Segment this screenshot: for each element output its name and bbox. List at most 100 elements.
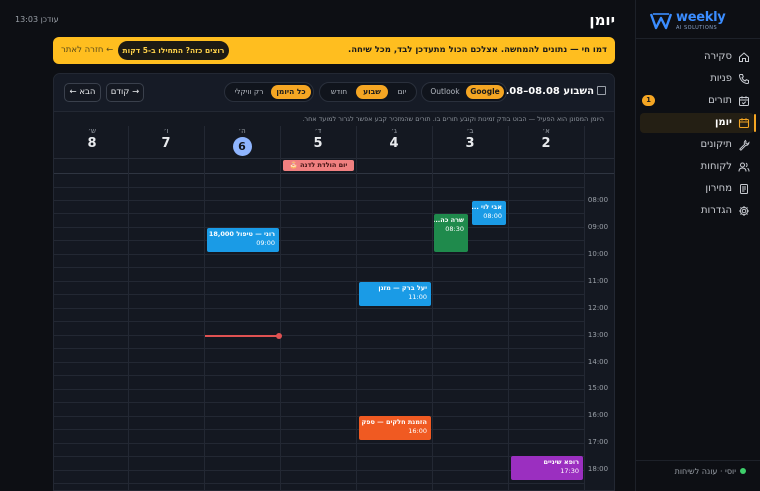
logo-text: weekly	[676, 10, 726, 25]
agent-status: יוסי · עונה לשיחות	[675, 467, 746, 476]
day-header-today[interactable]: ה׳ 6	[204, 126, 280, 158]
hour-label: 18:00	[587, 465, 609, 473]
day-number: 8	[87, 136, 97, 151]
hour-label: 14:00	[587, 358, 609, 366]
hour-label: 08:00	[587, 196, 609, 204]
hour-label: 16:00	[587, 411, 609, 419]
source-switch: Google Outlook	[421, 82, 507, 102]
today-number: 6	[232, 137, 252, 156]
event-time: 16:00	[408, 427, 427, 435]
page-title: יומן	[589, 11, 615, 29]
day-number: 3	[465, 136, 475, 151]
sidebar-item-appointments[interactable]: תורים 1	[640, 91, 754, 111]
calendar-panel: 02.08–08.08 השבוע Google Outlook יום שבו…	[53, 73, 615, 491]
time-gridline	[54, 416, 584, 417]
time-gridline	[54, 389, 584, 390]
start-now-button[interactable]: רוצים כזה? התחילו ב-5 דקות	[118, 41, 229, 60]
hour-label: 11:00	[587, 277, 609, 285]
hour-label: 15:00	[587, 384, 609, 392]
calendar-toolbar: 02.08–08.08 השבוע Google Outlook יום שבו…	[54, 74, 614, 112]
sidebar-item-repairs[interactable]: תיקונים	[640, 135, 754, 155]
time-gridline	[54, 429, 584, 430]
time-gridline	[54, 321, 584, 322]
time-gridline	[54, 456, 584, 457]
sidebar-item-calls[interactable]: פניות	[640, 69, 754, 89]
calendar-filter: כל היומן רק וויקלי	[224, 82, 314, 102]
hour-label: 09:00	[587, 223, 609, 231]
calendar-hint: היומן המסונן הוא הפעיל — הבוט בודק זמינו…	[302, 115, 604, 123]
sidebar-item-overview[interactable]: סקירה	[640, 47, 754, 67]
time-gridline	[54, 402, 584, 403]
event-card[interactable]: יעל ברק — מזגן 11:00	[359, 282, 431, 306]
event-card[interactable]: אבי לוי ... 08:00	[472, 201, 506, 225]
day-header[interactable]: ב׳ 3	[432, 126, 508, 158]
event-time: 08:30	[445, 225, 464, 233]
day-name: ה׳	[238, 127, 246, 135]
day-header[interactable]: ש׳ 8	[54, 126, 130, 158]
logo[interactable]: weekly AI SOLUTIONS	[650, 10, 746, 32]
home-icon	[739, 52, 749, 62]
calendar-check-icon	[739, 96, 749, 106]
event-time: 11:00	[408, 293, 427, 301]
filter-weekly-only[interactable]: רק וויקלי	[228, 85, 270, 99]
sidebar-item-label: יומן	[714, 117, 732, 128]
week-range-title: 02.08–08.08 השבוע	[492, 86, 606, 97]
day-header[interactable]: ו׳ 7	[128, 126, 204, 158]
current-time-line	[205, 335, 277, 337]
event-title: שרה כה...	[434, 216, 464, 224]
day-header[interactable]: ג׳ 4	[356, 126, 432, 158]
day-name: ו׳	[163, 127, 169, 135]
gear-icon	[739, 206, 749, 216]
sidebar-item-price-list[interactable]: מחירון	[640, 179, 754, 199]
sidebar-item-customers[interactable]: לקוחות	[640, 157, 754, 177]
sidebar-item-label: הגדרות	[700, 205, 732, 216]
users-icon	[738, 162, 750, 172]
back-to-site-link[interactable]: ← חזרה לאתר	[61, 45, 113, 55]
day-name: ד׳	[314, 127, 322, 135]
filter-all-calendar[interactable]: כל היומן	[271, 85, 311, 99]
time-gridline	[54, 187, 584, 188]
all-day-event[interactable]: יום הולדת לדנה 🎂	[283, 160, 354, 171]
hour-label: 17:00	[587, 438, 609, 446]
source-google[interactable]: Google	[466, 85, 504, 99]
event-title: אבי לוי ...	[472, 203, 502, 211]
next-week-button[interactable]: הבא ←	[64, 83, 101, 102]
column-divider	[584, 126, 585, 490]
source-outlook[interactable]: Outlook	[425, 85, 465, 99]
day-name: ש׳	[88, 127, 96, 135]
sidebar-item-calendar[interactable]: יומן	[640, 113, 756, 133]
sidebar: weekly AI SOLUTIONS סקירה פניות תורים 1 …	[635, 0, 760, 491]
time-gridline	[54, 308, 584, 309]
view-month[interactable]: חודש	[324, 85, 354, 99]
time-gridline	[54, 443, 584, 444]
time-gridline	[54, 483, 584, 484]
time-gridline	[54, 267, 584, 268]
event-time: 09:00	[256, 239, 275, 247]
day-name: ג׳	[391, 127, 397, 135]
time-gridline	[54, 470, 584, 471]
day-number: 2	[541, 136, 551, 151]
current-time-dot	[276, 333, 282, 339]
view-day[interactable]: יום	[390, 85, 414, 99]
previous-week-button[interactable]: → קודם	[106, 83, 144, 102]
day-number: 7	[161, 136, 171, 151]
price-list-icon	[740, 184, 748, 194]
appointments-count-badge: 1	[642, 95, 655, 106]
event-card[interactable]: רוני — טיפול 18,000 09:00	[207, 228, 279, 252]
event-card[interactable]: הזמנת חלקים — ספק 16:00	[359, 416, 431, 440]
view-week[interactable]: שבוע	[356, 85, 388, 99]
event-card[interactable]: שרה כה... 08:30	[434, 214, 468, 252]
day-header[interactable]: ד׳ 5	[280, 126, 356, 158]
event-time: 17:30	[560, 467, 579, 475]
demo-banner-text: דמו חי — נתונים להמחשה. אצלכם הכול מתעדכ…	[347, 45, 607, 55]
event-title: רוני — טיפול 18,000	[208, 230, 275, 238]
time-gridline	[54, 348, 584, 349]
day-header[interactable]: א׳ 2	[508, 126, 584, 158]
last-updated: עודכן 13:03	[15, 15, 59, 24]
sidebar-item-settings[interactable]: הגדרות	[640, 201, 754, 221]
event-time: 08:00	[483, 212, 502, 220]
sidebar-item-label: לקוחות	[700, 161, 732, 172]
time-gridline	[54, 294, 584, 295]
event-card[interactable]: רופא שיניים 17:30	[511, 456, 583, 480]
time-gridline	[54, 254, 584, 255]
